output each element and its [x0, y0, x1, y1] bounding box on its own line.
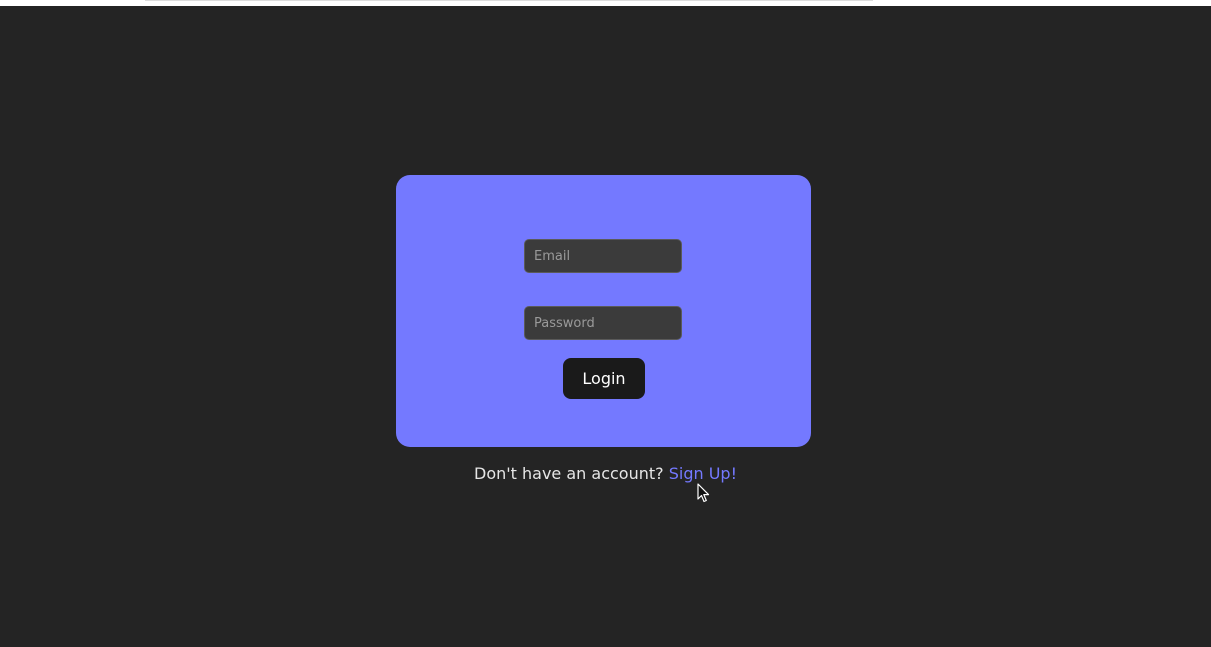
- password-field[interactable]: [524, 306, 682, 340]
- signup-link[interactable]: Sign Up!: [669, 464, 737, 483]
- signup-prompt-text: Don't have an account?: [474, 464, 664, 483]
- mouse-pointer-icon: [697, 483, 710, 503]
- browser-top-strip-line: [145, 0, 873, 1]
- login-button[interactable]: Login: [563, 358, 645, 399]
- signup-prompt-line: Don't have an account? Sign Up!: [0, 464, 1211, 483]
- browser-top-strip: [0, 0, 1211, 6]
- login-card: Login: [396, 175, 811, 447]
- email-field[interactable]: [524, 239, 682, 273]
